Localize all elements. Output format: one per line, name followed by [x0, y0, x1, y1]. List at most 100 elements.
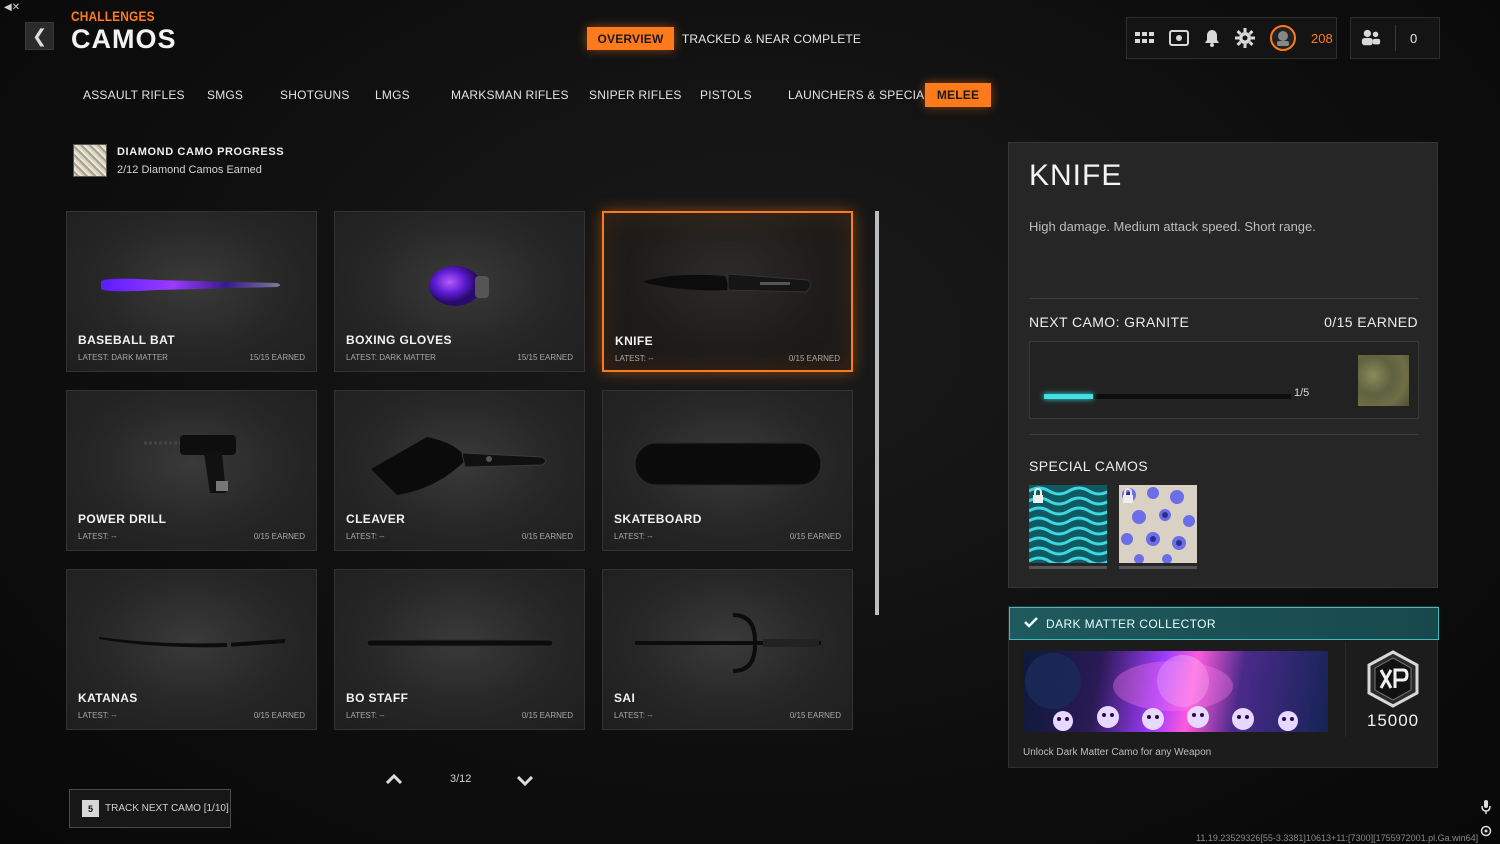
special-camos-title: SPECIAL CAMOS: [1029, 458, 1149, 474]
back-button[interactable]: ❮: [25, 22, 54, 50]
weapon-name: SKATEBOARD: [614, 512, 702, 526]
weapon-latest-camo: LATEST: --: [615, 354, 654, 363]
hud-toolbar: 208: [1126, 17, 1337, 59]
weapon-latest-camo: LATEST: --: [346, 711, 385, 720]
weapon-latest-camo: LATEST: --: [78, 711, 117, 720]
next-camo-label: NEXT CAMO: GRANITE: [1029, 314, 1190, 330]
category-marksman-rifles[interactable]: MARKSMAN RIFLES: [451, 88, 569, 102]
party-members-icon[interactable]: [1361, 28, 1381, 48]
lock-icon: [1032, 488, 1044, 509]
weapon-list-scrollbar[interactable]: [875, 211, 879, 615]
detail-earned-count: 0/15 EARNED: [1324, 314, 1418, 330]
weapon-latest-camo: LATEST: DARK MATTER: [78, 353, 168, 362]
settings-gear-icon[interactable]: [1235, 28, 1255, 48]
section-breadcrumb: CHALLENGES: [71, 8, 155, 24]
weapon-card-boxing-gloves[interactable]: BOXING GLOVES LATEST: DARK MATTER 15/15 …: [334, 211, 585, 372]
currency-value: 208: [1311, 30, 1333, 46]
weapon-card-katanas[interactable]: KATANAS LATEST: -- 0/15 EARNED: [66, 569, 317, 730]
page-title: CAMOS: [71, 24, 177, 54]
weapon-name: KNIFE: [615, 334, 653, 348]
page-indicator: 3/12: [450, 773, 472, 785]
lock-icon: [1122, 488, 1134, 509]
collector-title: DARK MATTER COLLECTOR: [1046, 616, 1216, 631]
weapon-card-sai[interactable]: SAI LATEST: -- 0/15 EARNED: [602, 569, 853, 730]
track-next-camo-button[interactable]: 5 TRACK NEXT CAMO [1/10]: [69, 789, 231, 828]
weapon-latest-camo: LATEST: DARK MATTER: [346, 353, 436, 362]
divider: [1029, 434, 1419, 435]
weapon-name: KATANAS: [78, 691, 138, 705]
category-pistols[interactable]: PISTOLS: [700, 88, 752, 102]
category-shotguns[interactable]: SHOTGUNS: [280, 88, 350, 102]
detail-title: KNIFE: [1029, 159, 1123, 192]
weapon-name: BASEBALL BAT: [78, 333, 176, 347]
tab-tracked-near-complete[interactable]: TRACKED & NEAR COMPLETE: [682, 27, 861, 50]
diamond-camo-swatch: [73, 144, 107, 177]
build-version-text: 11.19.23529326[55-3.3381]10613+11:[7300]…: [1196, 833, 1479, 843]
weapon-latest-camo: LATEST: --: [78, 532, 117, 541]
tile-underline: [1029, 566, 1107, 569]
weapon-earned-count: 15/15 EARNED: [517, 353, 573, 362]
weapon-earned-count: 0/15 EARNED: [253, 711, 305, 720]
category-assault-rifles[interactable]: ASSAULT RIFLES: [83, 88, 185, 102]
boxing-gloves-image: [335, 230, 584, 340]
weapon-card-skateboard[interactable]: SKATEBOARD LATEST: -- 0/15 EARNED: [602, 390, 853, 551]
system-settings-icon[interactable]: [1480, 824, 1492, 842]
collector-header: DARK MATTER COLLECTOR: [1009, 607, 1439, 640]
weapon-card-cleaver[interactable]: CLEAVER LATEST: -- 0/15 EARNED: [334, 390, 585, 551]
track-next-camo-label: TRACK NEXT CAMO [1/10]: [105, 803, 229, 814]
weapon-card-bo-staff[interactable]: BO STAFF LATEST: -- 0/15 EARNED: [334, 569, 585, 730]
weapon-card-power-drill[interactable]: POWER DRILL LATEST: -- 0/15 EARNED: [66, 390, 317, 551]
category-lmgs[interactable]: LMGS: [375, 88, 410, 102]
granite-camo-swatch: [1358, 355, 1409, 406]
weapon-earned-count: 15/15 EARNED: [249, 353, 305, 362]
party-panel[interactable]: 0: [1350, 17, 1440, 59]
diamond-progress-subtitle: 2/12 Diamond Camos Earned: [117, 164, 262, 176]
page-up-chevron-icon[interactable]: [385, 771, 403, 789]
diamond-progress-title: DIAMOND CAMO PROGRESS: [117, 146, 285, 158]
weapon-card-baseball-bat[interactable]: BASEBALL BAT LATEST: DARK MATTER 15/15 E…: [66, 211, 317, 372]
weapon-card-knife[interactable]: KNIFE LATEST: -- 0/15 EARNED: [602, 211, 853, 372]
dark-matter-collector-panel[interactable]: DARK MATTER COLLECTOR 15000 Unlock Dark …: [1008, 606, 1439, 768]
weapon-earned-count: 0/15 EARNED: [521, 711, 573, 720]
skateboard-image: [603, 409, 852, 519]
corner-close-icon[interactable]: ◀✕: [4, 2, 20, 13]
weapon-name: CLEAVER: [346, 512, 406, 526]
special-camo-tile-1[interactable]: [1028, 485, 1110, 569]
power-drill-image: [67, 409, 316, 519]
weapon-earned-count: 0/15 EARNED: [521, 532, 573, 541]
weapon-earned-count: 0/15 EARNED: [789, 532, 841, 541]
weapon-earned-count: 0/15 EARNED: [788, 354, 840, 363]
baseball-bat-image: [67, 230, 316, 340]
microphone-icon[interactable]: [1481, 800, 1491, 819]
category-launchers-specials[interactable]: LAUNCHERS & SPECIALS: [788, 88, 939, 102]
player-rank-icon[interactable]: [1269, 24, 1297, 52]
weapon-latest-camo: LATEST: --: [614, 532, 653, 541]
weapon-name: POWER DRILL: [78, 512, 167, 526]
hud-separator: [1395, 25, 1396, 51]
intel-map-icon[interactable]: [1169, 28, 1189, 48]
tab-overview[interactable]: OVERVIEW: [587, 27, 674, 50]
weapon-name: BOXING GLOVES: [346, 333, 452, 347]
xp-reward: 15000: [1345, 642, 1439, 737]
keybind-hint: 5: [82, 800, 99, 817]
sai-image: [603, 588, 852, 698]
xp-badge-icon: [1367, 650, 1419, 713]
special-camo-tile-2[interactable]: [1119, 485, 1197, 569]
dark-matter-calling-card-image: [1023, 651, 1328, 732]
category-smgs[interactable]: SMGS: [207, 88, 243, 102]
camo-challenge-box[interactable]: 1/5: [1029, 341, 1419, 419]
notification-bell-icon[interactable]: [1203, 28, 1221, 48]
category-sniper-rifles[interactable]: SNIPER RIFLES: [589, 88, 682, 102]
party-count: 0: [1410, 30, 1418, 46]
weapon-earned-count: 0/15 EARNED: [253, 532, 305, 541]
page-down-chevron-icon[interactable]: [516, 773, 534, 791]
checkmark-icon: [1024, 615, 1038, 633]
collector-description: Unlock Dark Matter Camo for any Weapon: [1023, 747, 1212, 758]
tile-underline: [1119, 566, 1197, 569]
weapon-detail-panel: KNIFE High damage. Medium attack speed. …: [1008, 142, 1438, 588]
category-melee[interactable]: MELEE: [925, 83, 991, 107]
grid-menu-icon[interactable]: [1135, 28, 1155, 48]
bo-staff-image: [335, 588, 584, 698]
knife-image: [604, 231, 851, 341]
challenge-progress-count: 1/5: [1294, 387, 1310, 399]
